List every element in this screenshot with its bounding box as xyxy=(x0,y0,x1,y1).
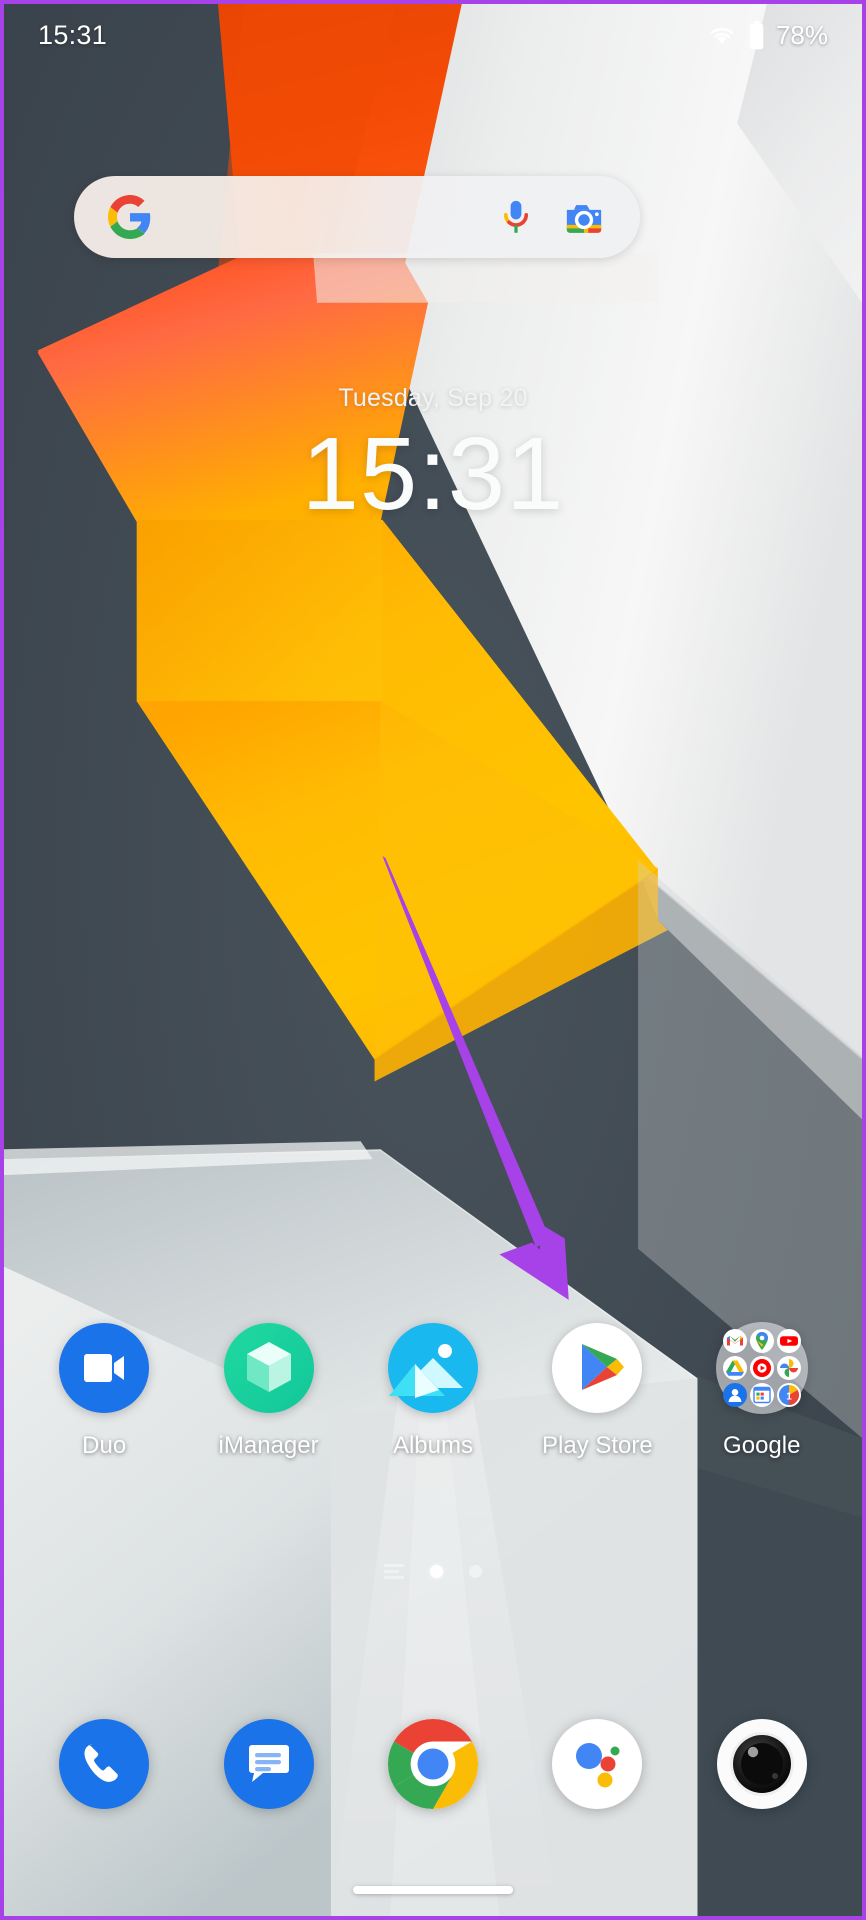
google-folder-icon[interactable]: 1 xyxy=(715,1322,808,1414)
phone-screen: 15:31 78% Tuesday, Sep 20 15:31 Duo iMan… xyxy=(0,0,866,1920)
status-bar: 15:31 78% xyxy=(4,4,862,66)
photos-icon xyxy=(776,1356,801,1380)
status-bar-indicators: 78% xyxy=(707,20,828,51)
microphone-icon[interactable] xyxy=(498,198,534,236)
duo-video-icon[interactable] xyxy=(58,1322,150,1414)
messages-icon[interactable] xyxy=(223,1718,315,1810)
status-bar-clock: 15:31 xyxy=(38,19,108,50)
youtube-icon xyxy=(776,1329,801,1353)
page-indicator[interactable] xyxy=(4,1564,862,1579)
app-label: Play Store xyxy=(542,1432,653,1459)
app-google-folder[interactable]: 1 Google xyxy=(694,1322,830,1460)
app-row: Duo iManager Albums Play Store 1 Google xyxy=(4,1322,862,1460)
contacts-icon xyxy=(722,1383,747,1407)
google-g-icon[interactable] xyxy=(108,195,152,239)
dock-item-assistant[interactable] xyxy=(537,1718,657,1810)
wifi-icon xyxy=(710,27,734,45)
wallpaper xyxy=(4,4,862,1916)
page-dot[interactable] xyxy=(469,1565,482,1578)
page-dot-active[interactable] xyxy=(430,1565,443,1578)
dock xyxy=(4,1718,862,1810)
google-search-bar[interactable] xyxy=(74,176,640,258)
app-label: iManager xyxy=(218,1432,319,1459)
gesture-home-handle[interactable] xyxy=(353,1886,513,1894)
calendar-icon xyxy=(749,1383,774,1407)
app-duo[interactable]: Duo xyxy=(36,1322,172,1460)
app-list-lines-icon[interactable] xyxy=(384,1564,404,1579)
clock-widget[interactable]: Tuesday, Sep 20 15:31 xyxy=(4,384,862,528)
wallpaper-art xyxy=(4,4,862,1916)
app-label: Albums xyxy=(392,1432,473,1459)
imanager-cube-icon[interactable] xyxy=(223,1322,315,1414)
app-label: Duo xyxy=(82,1432,127,1459)
folder-grid[interactable]: 1 xyxy=(715,1322,808,1414)
battery-icon xyxy=(749,20,764,49)
widget-date: Tuesday, Sep 20 xyxy=(338,384,528,412)
chrome-icon[interactable] xyxy=(387,1718,479,1810)
app-imanager[interactable]: iManager xyxy=(201,1322,337,1460)
dock-item-messages[interactable] xyxy=(209,1718,329,1810)
app-albums[interactable]: Albums xyxy=(365,1322,501,1460)
camera-lens-icon[interactable] xyxy=(716,1718,808,1810)
google-assistant-icon[interactable] xyxy=(551,1718,643,1810)
app-label: Google xyxy=(723,1432,801,1459)
maps-icon xyxy=(749,1329,774,1353)
dock-item-camera[interactable] xyxy=(702,1718,822,1810)
youtube-music-icon xyxy=(749,1356,774,1380)
google-one-icon: 1 xyxy=(776,1383,801,1407)
app-play-store[interactable]: Play Store xyxy=(529,1322,665,1460)
dock-item-chrome[interactable] xyxy=(373,1718,493,1810)
gmail-icon xyxy=(722,1329,747,1353)
play-store-icon[interactable] xyxy=(551,1322,643,1414)
widget-time: 15:31 xyxy=(301,416,565,531)
google-lens-camera-icon[interactable] xyxy=(564,199,604,235)
dock-item-phone[interactable] xyxy=(44,1718,164,1810)
phone-icon[interactable] xyxy=(58,1718,150,1810)
svg-text:1: 1 xyxy=(786,1392,792,1403)
albums-photo-icon[interactable] xyxy=(387,1322,479,1414)
battery-percentage: 78% xyxy=(775,19,828,50)
drive-icon xyxy=(722,1356,747,1380)
